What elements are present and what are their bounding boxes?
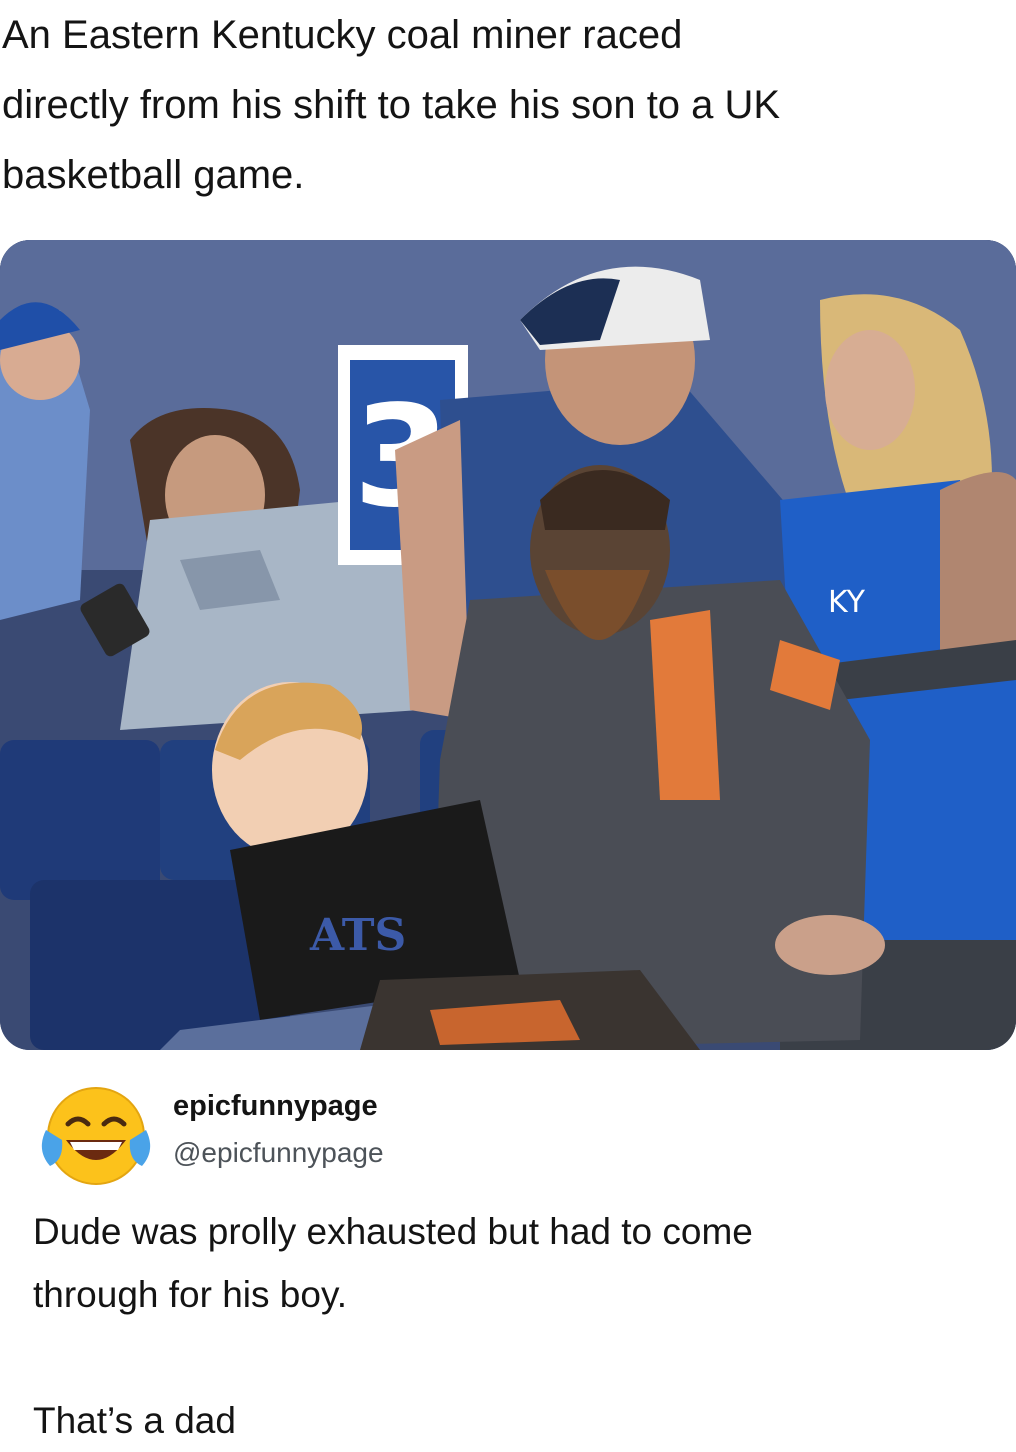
headline-line-3: basketball game. (2, 153, 305, 197)
tweet-text-line-2: through for his boy. (33, 1274, 347, 1315)
tweet-text: Dude was prolly exhausted but had to com… (33, 1200, 993, 1452)
tweet-card: epicfunnypage @epicfunnypage Dude was pr… (0, 1060, 1016, 1441)
shirt-text: KY (828, 585, 866, 620)
photo-illustration: 3 KY ATS (0, 240, 1016, 1050)
headline-line-2: directly from his shift to take his son … (2, 83, 781, 127)
photo-coal-miner-at-game: 3 KY ATS (0, 240, 1016, 1050)
headline: An Eastern Kentucky coal miner raced dir… (2, 0, 1007, 210)
kid-shirt-text: ATS (309, 910, 406, 961)
display-name[interactable]: epicfunnypage (173, 1090, 378, 1123)
headline-line-1: An Eastern Kentucky coal miner raced (2, 13, 683, 57)
face-with-tears-of-joy-emoji-icon[interactable] (40, 1080, 152, 1192)
tweet-text-line-1: Dude was prolly exhausted but had to com… (33, 1211, 753, 1252)
tweet-text-line-3: That’s a dad (33, 1400, 236, 1441)
user-handle[interactable]: @epicfunnypage (173, 1137, 384, 1169)
